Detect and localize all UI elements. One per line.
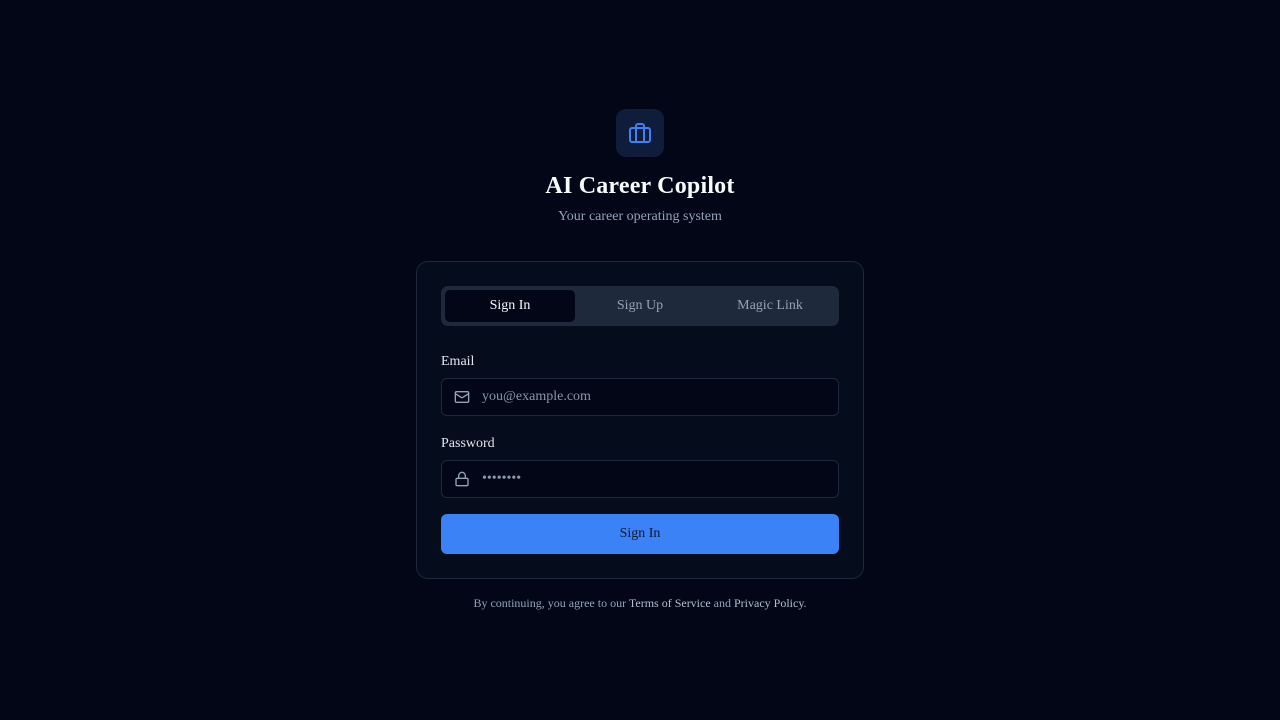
mail-icon <box>442 379 482 415</box>
auth-tabs: Sign In Sign Up Magic Link <box>441 286 839 326</box>
email-field[interactable] <box>482 379 838 415</box>
legal-notice: By continuing, you agree to our Terms of… <box>0 596 1280 611</box>
tab-magic-link[interactable]: Magic Link <box>705 290 835 322</box>
terms-link[interactable]: Terms of Service <box>629 596 711 610</box>
tab-sign-up[interactable]: Sign Up <box>575 290 705 322</box>
legal-suffix: . <box>803 596 807 610</box>
password-label: Password <box>441 436 495 451</box>
email-label: Email <box>441 354 475 369</box>
app-logo <box>616 109 664 157</box>
password-field-wrapper <box>441 460 839 498</box>
auth-card: Sign In Sign Up Magic Link Email Passwor… <box>416 261 864 579</box>
app-subtitle: Your career operating system <box>558 209 722 224</box>
legal-prefix: By continuing, you agree to our <box>473 596 627 610</box>
app-title: AI Career Copilot <box>545 173 735 199</box>
email-field-wrapper <box>441 378 839 416</box>
tab-sign-in[interactable]: Sign In <box>445 290 575 322</box>
sign-in-button[interactable]: Sign In <box>441 514 839 554</box>
lock-icon <box>442 461 482 497</box>
briefcase-icon <box>629 123 651 143</box>
privacy-link[interactable]: Privacy Policy <box>734 596 804 610</box>
legal-and: and <box>713 596 731 610</box>
password-field[interactable] <box>482 461 838 497</box>
